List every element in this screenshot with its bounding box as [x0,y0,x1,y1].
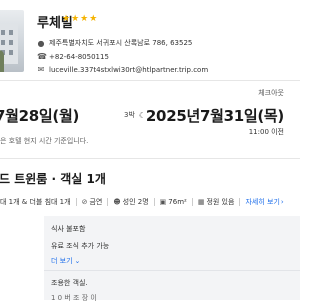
phone-icon: ☎ [37,52,47,61]
room-title: 드 트윈룸 · 객실 1개 [0,172,106,186]
panel-left-gutter [0,216,44,300]
location-pin-icon: ● [37,38,45,48]
address-text: 제주특별자치도 서귀포시 산록남로 786, 63525 [49,39,193,47]
phone-row: ☎ +82-64-8050115 [37,52,109,61]
room-meta: 대 1개 & 더블 침대 1개 ⊘ 금연 ☻ 성인 2명 ▣ 76m² ▦ 정원… [0,197,284,207]
address-row: ● 제주특별자치도 서귀포시 산록남로 786, 63525 [37,38,193,48]
window-icon: ▦ [197,198,205,206]
checkout-date: 2025년7월31일(목) [145,107,284,125]
time-note: 은 호텔 현지 시간 기준입니다. [0,137,89,145]
star-icon: ★ [71,14,80,24]
more-link-label: 더 보기 [51,257,73,265]
section-divider [0,80,300,81]
room-details-panel [0,216,300,300]
meal-label: 식사 불포함 [51,225,86,233]
details-link[interactable]: 자세히 보기 › [245,197,283,207]
bed-info: 대 1개 & 더블 침대 1개 [0,198,71,206]
section-divider [0,158,300,159]
checkin-date: 7월28일(월) [0,107,80,125]
email-row: ✉ luceville.337t4stxlwi30rt@htlpartner.t… [37,65,209,74]
star-icon: ★ [80,14,89,24]
area-icon: ▣ [159,198,167,206]
partial-text: 1 0 버 조 장 이 [51,294,97,302]
email-text: luceville.337t4stxlwi30rt@htlpartner.tri… [49,65,209,74]
more-link[interactable]: 더 보기 ⌄ [51,256,80,266]
nights-badge: 3박 ☾ [124,110,146,120]
star-icon: ★ [62,14,71,24]
chevron-down-icon: ⌄ [74,257,81,265]
smoking-info: 금연 [89,198,103,206]
star-rating: ★ ★ ★ ★ [62,12,97,26]
view-info: 정원 있음 [206,198,235,206]
checkout-label: 체크아웃 [258,89,284,97]
guests-info: 성인 2명 [122,198,149,206]
hotel-card: 루체빌 ★ ★ ★ ★ ● 제주특별자치도 서귀포시 산록남로 786, 63525 … [0,0,300,80]
no-smoking-icon: ⊘ [81,198,88,206]
checkout-time: 11:00 이전 [248,128,284,136]
person-icon: ☻ [113,198,121,206]
phone-text: +82-64-8050115 [49,52,109,61]
star-icon: ★ [89,14,98,24]
quiet-room-text: 조용한 객실. [51,279,88,287]
size-info: 76m² [168,198,187,206]
hotel-thumbnail[interactable] [0,10,24,72]
chevron-right-icon: › [280,198,284,206]
mail-icon: ✉ [37,65,45,74]
panel-divider [44,270,300,271]
nights-text: 3박 [124,111,135,119]
meal-note: 유료 조식 추가 가능 [51,242,110,250]
details-link-label: 자세히 보기 [245,198,280,206]
